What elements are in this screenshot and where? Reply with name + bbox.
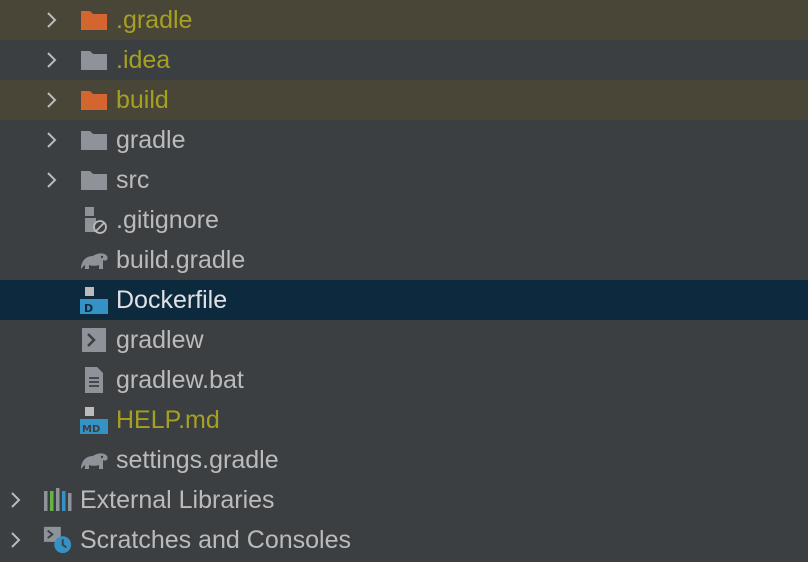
markdown-file-icon: MD xyxy=(79,405,109,435)
tree-row-settings-gradle[interactable]: settings.gradle xyxy=(0,440,808,480)
tree-item-label: gradlew.bat xyxy=(116,366,244,394)
chevron-right-icon[interactable] xyxy=(42,120,62,160)
folder-icon xyxy=(79,165,109,195)
tree-row-gitignore[interactable]: .gitignore xyxy=(0,200,808,240)
tree-item-label: .idea xyxy=(116,46,171,74)
chevron-right-icon[interactable] xyxy=(6,520,26,560)
ignore-file-icon xyxy=(79,205,109,235)
chevron-right-icon[interactable] xyxy=(42,80,62,120)
shell-script-icon xyxy=(79,325,109,355)
tree-row-gradle-dir[interactable]: .gradle xyxy=(0,0,808,40)
tree-item-label: build xyxy=(116,86,169,114)
tree-item-label: settings.gradle xyxy=(116,446,279,474)
svg-text:MD: MD xyxy=(82,424,100,435)
tree-item-label: gradlew xyxy=(116,326,204,354)
tree-row-scratches-consoles[interactable]: Scratches and Consoles xyxy=(0,520,808,560)
tree-item-label: .gitignore xyxy=(116,206,219,234)
scratches-icon xyxy=(43,525,73,555)
tree-row-dockerfile[interactable]: D Dockerfile xyxy=(0,280,808,320)
tree-item-label: gradle xyxy=(116,126,186,154)
tree-item-label: src xyxy=(116,166,150,194)
folder-excluded-icon xyxy=(79,5,109,35)
gradle-elephant-icon xyxy=(79,445,109,475)
text-file-icon xyxy=(79,365,109,395)
chevron-right-icon[interactable] xyxy=(42,160,62,200)
tree-item-label: Dockerfile xyxy=(116,286,228,314)
dockerfile-icon: D xyxy=(79,285,109,315)
tree-item-label: Scratches and Consoles xyxy=(80,526,351,554)
svg-text:D: D xyxy=(84,302,93,315)
folder-icon xyxy=(79,125,109,155)
tree-row-src-folder[interactable]: src xyxy=(0,160,808,200)
folder-excluded-icon xyxy=(79,85,109,115)
tree-row-build-gradle[interactable]: build.gradle xyxy=(0,240,808,280)
folder-icon xyxy=(79,45,109,75)
tree-item-label: External Libraries xyxy=(80,486,275,514)
tree-row-gradle-folder[interactable]: gradle xyxy=(0,120,808,160)
tree-row-idea-dir[interactable]: .idea xyxy=(0,40,808,80)
tree-item-label: build.gradle xyxy=(116,246,246,274)
tree-row-gradlew-bat[interactable]: gradlew.bat xyxy=(0,360,808,400)
tree-row-external-libraries[interactable]: External Libraries xyxy=(0,480,808,520)
chevron-right-icon[interactable] xyxy=(6,480,26,520)
tree-row-help-md[interactable]: MD HELP.md xyxy=(0,400,808,440)
tree-item-label: .gradle xyxy=(116,6,193,34)
chevron-right-icon[interactable] xyxy=(42,40,62,80)
chevron-right-icon[interactable] xyxy=(42,0,62,40)
tree-item-label: HELP.md xyxy=(116,406,220,434)
tree-row-gradlew[interactable]: gradlew xyxy=(0,320,808,360)
gradle-elephant-icon xyxy=(79,245,109,275)
project-tree: .gradle .idea build gradle src .gitignor… xyxy=(0,0,808,562)
libraries-icon xyxy=(43,485,73,515)
tree-row-build-dir[interactable]: build xyxy=(0,80,808,120)
